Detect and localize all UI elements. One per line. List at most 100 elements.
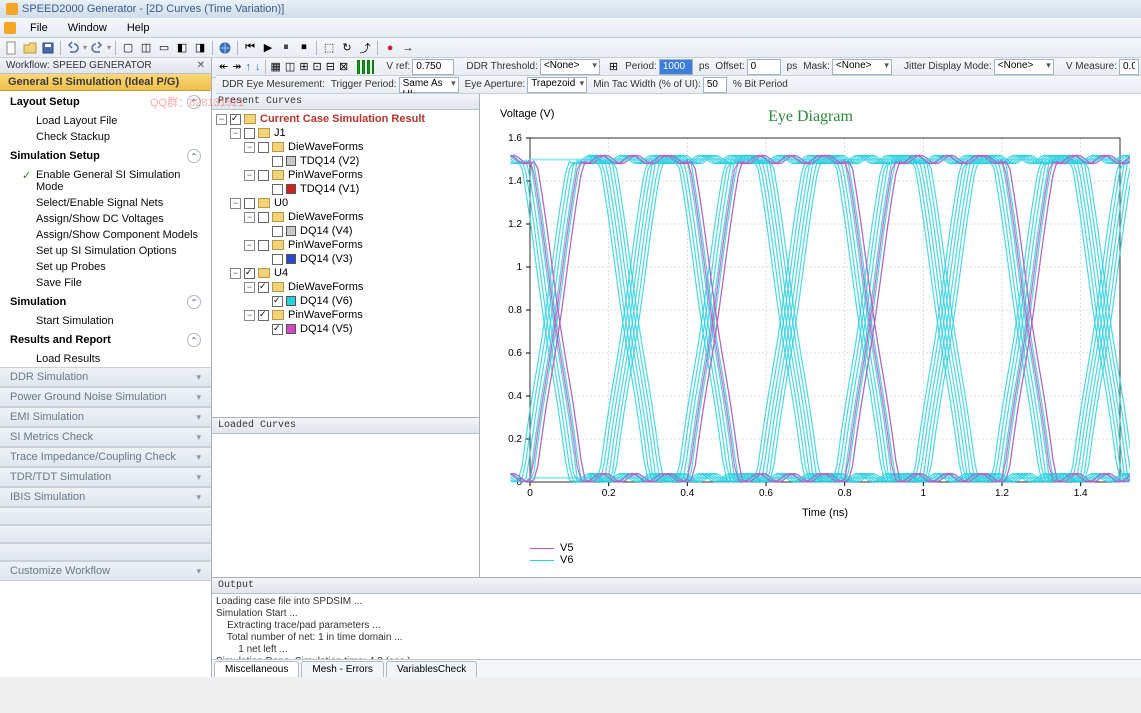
tree-collapse-icon[interactable]: − <box>230 268 241 279</box>
tree-checkbox[interactable] <box>272 226 283 237</box>
stop-icon[interactable]: ⏹ <box>296 40 312 56</box>
save-icon[interactable] <box>40 40 56 56</box>
simulation-header[interactable]: Simulation⌃ <box>0 291 211 313</box>
dc-voltages-item[interactable]: Assign/Show DC Voltages <box>0 211 211 227</box>
tree-collapse-icon[interactable]: − <box>244 212 255 223</box>
tree-collapse-icon[interactable]: − <box>230 128 241 139</box>
tree-j1[interactable]: J1 <box>274 127 286 139</box>
tree-die[interactable]: DieWaveForms <box>288 141 363 153</box>
customize-workflow-collapsed[interactable]: Customize Workflow <box>0 561 211 581</box>
svg-text:1.2: 1.2 <box>995 488 1009 499</box>
tree-collapse-icon[interactable]: − <box>244 170 255 181</box>
tree-checkbox[interactable] <box>272 156 283 167</box>
ddr-sim-collapsed[interactable]: DDR Simulation <box>0 367 211 387</box>
start-sim-item[interactable]: Start Simulation <box>0 313 211 329</box>
check-stackup-item[interactable]: Check Stackup <box>0 129 211 145</box>
tree-checkbox[interactable] <box>272 184 283 195</box>
title-bar: SPEED2000 Generator - [2D Curves (Time V… <box>0 0 1141 18</box>
save-file-item[interactable]: Save File <box>0 275 211 291</box>
shape5-icon[interactable]: ◨ <box>192 40 208 56</box>
load-layout-item[interactable]: Load Layout File <box>0 113 211 129</box>
tree-collapse-icon[interactable]: − <box>216 114 227 125</box>
play-start-icon[interactable]: ⏮ <box>242 40 258 56</box>
load-results-item[interactable]: Load Results <box>0 351 211 367</box>
tree-dq14-v5[interactable]: DQ14 (V5) <box>300 323 353 335</box>
layout-setup-header[interactable]: Layout Setup⌃ <box>0 91 211 113</box>
active-workflow[interactable]: General SI Simulation (Ideal P/G) <box>0 74 211 91</box>
results-header[interactable]: Results and Report⌃ <box>0 329 211 351</box>
shape2-icon[interactable]: ◫ <box>138 40 154 56</box>
tab-miscellaneous[interactable]: Miscellaneous <box>214 661 299 677</box>
tree-checkbox[interactable] <box>272 254 283 265</box>
si-options-item[interactable]: Set up SI Simulation Options <box>0 243 211 259</box>
shape3-icon[interactable]: ▭ <box>156 40 172 56</box>
tree-tdq14-v1[interactable]: TDQ14 (V1) <box>300 183 359 195</box>
tab-mesh-errors[interactable]: Mesh - Errors <box>301 661 384 677</box>
tool1-icon[interactable]: ⬚ <box>321 40 337 56</box>
menu-file[interactable]: File <box>20 20 58 36</box>
close-icon[interactable]: ✕ <box>197 60 205 71</box>
emi-sim-collapsed[interactable]: EMI Simulation <box>0 407 211 427</box>
pgn-sim-collapsed[interactable]: Power Ground Noise Simulation <box>0 387 211 407</box>
color-swatch <box>286 254 296 264</box>
select-nets-item[interactable]: Select/Enable Signal Nets <box>0 195 211 211</box>
tree-tdq14-v2[interactable]: TDQ14 (V2) <box>300 155 359 167</box>
record-icon[interactable]: ● <box>382 40 398 56</box>
tree-pin[interactable]: PinWaveForms <box>288 309 363 321</box>
tree-collapse-icon[interactable]: − <box>244 142 255 153</box>
tool3-icon[interactable]: ⤴ <box>357 40 373 56</box>
si-metrics-collapsed[interactable]: SI Metrics Check <box>0 427 211 447</box>
tdr-sim-collapsed[interactable]: TDR/TDT Simulation <box>0 467 211 487</box>
tree-checkbox[interactable] <box>258 310 269 321</box>
tool2-icon[interactable]: ↻ <box>339 40 355 56</box>
tree-checkbox[interactable] <box>258 282 269 293</box>
tree-checkbox[interactable] <box>258 212 269 223</box>
tree-collapse-icon[interactable]: − <box>244 282 255 293</box>
tree-u4[interactable]: U4 <box>274 267 288 279</box>
enable-si-item[interactable]: Enable General SI Simulation Mode <box>0 167 211 195</box>
tree-checkbox[interactable] <box>258 170 269 181</box>
tree-dq14-v3[interactable]: DQ14 (V3) <box>300 253 353 265</box>
chart-legend: V5 V6 <box>530 542 1137 566</box>
tree-dq14-v6[interactable]: DQ14 (V6) <box>300 295 353 307</box>
tree-dq14-v4[interactable]: DQ14 (V4) <box>300 225 353 237</box>
tree-die[interactable]: DieWaveForms <box>288 281 363 293</box>
play-icon[interactable]: ▶ <box>260 40 276 56</box>
tree-root[interactable]: Current Case Simulation Result <box>260 113 425 125</box>
menu-help[interactable]: Help <box>117 20 160 36</box>
pause-icon[interactable]: ⏸ <box>278 40 294 56</box>
tree-u0[interactable]: U0 <box>274 197 288 209</box>
tree-body[interactable]: − Current Case Simulation Result − J1 − Die… <box>212 110 479 417</box>
tree-checkbox[interactable] <box>272 296 283 307</box>
undo-icon[interactable] <box>65 40 81 56</box>
tree-collapse-icon[interactable]: − <box>244 310 255 321</box>
tab-variables-check[interactable]: VariablesCheck <box>386 661 477 677</box>
shape4-icon[interactable]: ◧ <box>174 40 190 56</box>
tree-collapse-icon[interactable]: − <box>244 240 255 251</box>
tree-collapse-icon[interactable]: − <box>230 198 241 209</box>
shape1-icon[interactable]: ▢ <box>120 40 136 56</box>
tree-checkbox[interactable] <box>244 128 255 139</box>
tree-checkbox[interactable] <box>258 240 269 251</box>
redo-icon[interactable] <box>89 40 105 56</box>
tree-die[interactable]: DieWaveForms <box>288 211 363 223</box>
sim-setup-header[interactable]: Simulation Setup⌃ <box>0 145 211 167</box>
new-icon[interactable] <box>4 40 20 56</box>
menu-window[interactable]: Window <box>58 20 117 36</box>
eye-diagram-chart[interactable]: Voltage (V) Eye Diagram 00.20.40.60.811.… <box>480 94 1141 577</box>
tree-pin[interactable]: PinWaveForms <box>288 239 363 251</box>
tree-checkbox[interactable] <box>244 268 255 279</box>
tree-checkbox[interactable] <box>272 324 283 335</box>
open-icon[interactable] <box>22 40 38 56</box>
tree-pin[interactable]: PinWaveForms <box>288 169 363 181</box>
tree-checkbox[interactable] <box>258 142 269 153</box>
output-body[interactable]: Loading case file into SPDSIM ...Simulat… <box>212 594 1141 659</box>
arrow-icon[interactable]: → <box>400 40 416 56</box>
ibis-sim-collapsed[interactable]: IBIS Simulation <box>0 487 211 507</box>
trace-imp-collapsed[interactable]: Trace Impedance/Coupling Check <box>0 447 211 467</box>
probes-item[interactable]: Set up Probes <box>0 259 211 275</box>
tree-checkbox[interactable] <box>230 114 241 125</box>
comp-models-item[interactable]: Assign/Show Component Models <box>0 227 211 243</box>
globe-icon[interactable] <box>217 40 233 56</box>
tree-checkbox[interactable] <box>244 198 255 209</box>
